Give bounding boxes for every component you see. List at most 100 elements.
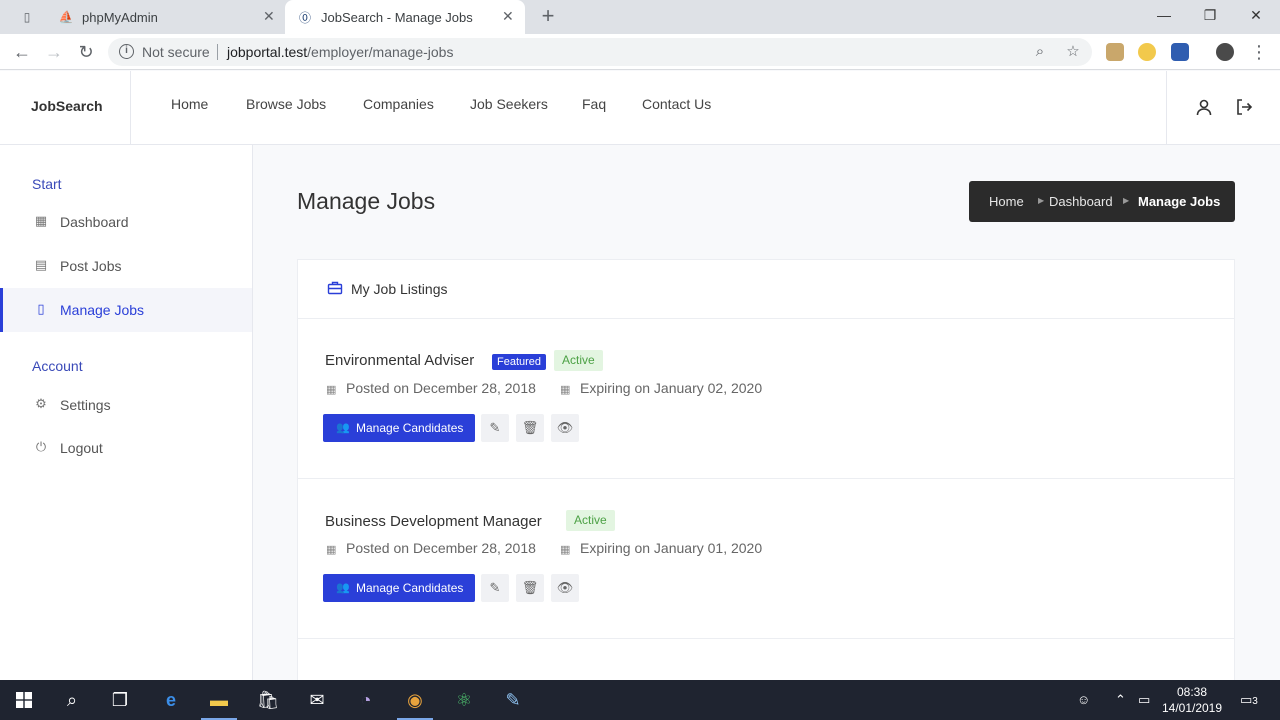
chevron-right-icon: ▶ (1038, 196, 1045, 205)
brand-name: JobSearch (31, 98, 103, 114)
job-listings-panel: My Job Listings Environmental Adviser Fe… (297, 259, 1235, 689)
back-button[interactable]: ← (10, 40, 34, 64)
url-text[interactable]: jobportal.test/employer/manage-jobs (227, 44, 453, 60)
view-button[interactable]: 👁 (551, 574, 579, 602)
posted-text: Posted on December 28, 2018 (346, 380, 536, 396)
eye-icon: 👁 (556, 420, 574, 435)
info-icon[interactable]: i (119, 44, 134, 59)
extension-icon[interactable] (1106, 43, 1124, 61)
window-close-button[interactable]: ✕ (1233, 0, 1279, 30)
reload-button[interactable]: ↻ (74, 40, 98, 64)
forward-button[interactable]: → (42, 40, 66, 64)
phpmyadmin-icon: ⛵ (58, 10, 74, 24)
breadcrumb: Home ▶ Dashboard ▶ Manage Jobs (969, 181, 1235, 222)
blank-page-icon: ▯ (23, 10, 31, 24)
mail-extension-icon[interactable] (1171, 43, 1189, 61)
start-button[interactable] (0, 680, 48, 720)
button-label: Manage Candidates (356, 421, 464, 435)
tab-phpmyadmin[interactable]: ▯ ⛵ phpMyAdmin ✕ (0, 0, 285, 34)
address-bar[interactable]: i Not secure jobportal.test/employer/man… (108, 38, 1092, 66)
status-badge: Active (566, 510, 615, 531)
sidebar-item-label: Dashboard (60, 214, 129, 230)
nav-companies[interactable]: Companies (363, 96, 434, 112)
restore-button[interactable]: ❐ (1187, 0, 1233, 30)
search-icon[interactable]: ⌕ (48, 680, 96, 720)
file-explorer-icon[interactable]: ▬ (195, 680, 243, 720)
sidebar-heading-account: Account (32, 358, 83, 374)
edge-icon[interactable]: e (147, 680, 195, 720)
profile-avatar[interactable] (1216, 43, 1234, 61)
logout-icon[interactable] (1234, 98, 1254, 118)
manage-candidates-button[interactable]: 👥 Manage Candidates (323, 414, 475, 442)
user-icon[interactable] (1194, 98, 1214, 118)
site-header: JobSearch Home Browse Jobs Companies Job… (0, 71, 1280, 145)
breadcrumb-dashboard[interactable]: Dashboard (1049, 194, 1113, 209)
breadcrumb-home[interactable]: Home (989, 194, 1024, 209)
header-actions (1166, 71, 1280, 145)
nav-browse-jobs[interactable]: Browse Jobs (246, 96, 326, 112)
edit-icon: ✎ (489, 420, 501, 435)
star-icon[interactable]: ☆ (1064, 43, 1082, 61)
new-tab-button[interactable]: + (537, 5, 559, 27)
network-icon[interactable]: ▭ (1138, 692, 1150, 708)
view-button[interactable]: 👁 (551, 414, 579, 442)
atom-icon[interactable]: ⚛ (440, 680, 488, 720)
notification-icon[interactable]: ▭3 (1240, 692, 1258, 708)
nav-contact-us[interactable]: Contact Us (642, 96, 711, 112)
system-clock[interactable]: 08:38 14/01/2019 (1160, 684, 1224, 716)
nav-job-seekers[interactable]: Job Seekers (470, 96, 548, 112)
gear-icon: ⚙ (35, 396, 47, 411)
delete-button[interactable]: 🗑 (516, 414, 544, 442)
job-title[interactable]: Business Development Manager (325, 513, 542, 530)
clock-time: 08:38 (1176, 685, 1208, 699)
users-icon: 👥 (336, 422, 350, 434)
store-icon[interactable]: 🛍 (244, 680, 292, 720)
chevron-up-icon[interactable]: ⌃ (1115, 692, 1126, 708)
edit-button[interactable]: ✎ (481, 414, 509, 442)
nav-home[interactable]: Home (171, 96, 208, 112)
wordpress-icon: ⓪ (298, 10, 311, 25)
sidebar: Start ▦ Dashboard ▤ Post Jobs ▯ Manage J… (0, 145, 253, 680)
sidebar-item-manage-jobs[interactable]: ▯ Manage Jobs (0, 288, 252, 332)
edit-icon: ✎ (489, 580, 501, 595)
app-icon[interactable]: ◔ (342, 680, 390, 720)
sidebar-heading-start: Start (32, 176, 62, 192)
edit-button[interactable]: ✎ (481, 574, 509, 602)
calendar-icon: ▦ (326, 384, 337, 396)
chevron-right-icon: ▶ (1123, 196, 1130, 205)
users-icon: 👥 (336, 582, 350, 594)
brand-logo[interactable]: JobSearch (0, 71, 131, 145)
nav-faq[interactable]: Faq (582, 96, 606, 112)
close-icon[interactable]: ✕ (502, 8, 514, 25)
people-icon[interactable]: ☺ (1077, 692, 1090, 707)
clipboard-icon: ▤ (34, 257, 48, 272)
eye-icon: 👁 (556, 580, 574, 595)
menu-icon[interactable]: ⋮ (1247, 40, 1271, 64)
breadcrumb-current: Manage Jobs (1138, 194, 1221, 209)
document-icon: ▯ (37, 301, 45, 316)
job-title[interactable]: Environmental Adviser (325, 352, 474, 369)
tab-jobsearch[interactable]: ⓪ JobSearch - Manage Jobs ✕ (285, 0, 525, 34)
chrome-icon[interactable]: ◉ (391, 680, 439, 720)
manage-candidates-button[interactable]: 👥 Manage Candidates (323, 574, 475, 602)
zoom-icon[interactable]: ⌕ (1031, 43, 1049, 61)
sidebar-item-settings[interactable]: ⚙ Settings (0, 383, 252, 427)
paint-icon[interactable]: ✎ (489, 680, 537, 720)
sidebar-item-logout[interactable]: ⏻ Logout (0, 426, 252, 470)
moon-extension-icon[interactable] (1138, 43, 1156, 61)
panel-title: My Job Listings (351, 281, 448, 297)
close-icon[interactable]: ✕ (263, 8, 275, 25)
sidebar-item-dashboard[interactable]: ▦ Dashboard (0, 200, 252, 244)
sidebar-item-post-jobs[interactable]: ▤ Post Jobs (0, 244, 252, 288)
delete-button[interactable]: 🗑 (516, 574, 544, 602)
tab-title: phpMyAdmin (82, 10, 158, 25)
calendar-icon: ▦ (560, 544, 571, 556)
sidebar-item-label: Post Jobs (60, 258, 122, 274)
job-listing: Business Development Manager Active ▦ Pos… (298, 479, 1234, 639)
minimize-button[interactable]: — (1141, 0, 1187, 30)
featured-badge: Featured (492, 354, 547, 370)
task-view-icon[interactable]: ❐ (96, 680, 144, 720)
mail-icon[interactable]: ✉ (293, 680, 341, 720)
calendar-icon: ▦ (326, 544, 337, 556)
posted-date: ▦ Posted on December 28, 2018 (326, 540, 536, 556)
